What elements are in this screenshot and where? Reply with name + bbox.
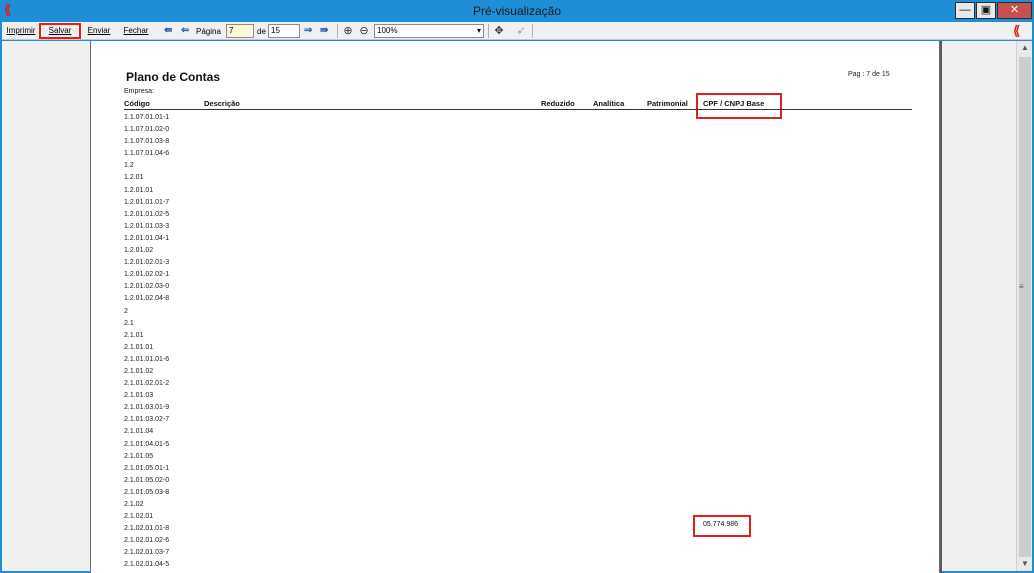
report-title: Plano de Contas bbox=[126, 70, 221, 84]
toolbar-separator bbox=[488, 24, 489, 38]
move-icon[interactable]: ✥ bbox=[492, 24, 506, 38]
page-label: Página bbox=[196, 27, 221, 36]
code-row: 1.2.01.01.04-1 bbox=[124, 234, 170, 242]
column-patrimonial: Patrimonial bbox=[647, 99, 688, 108]
title-bar[interactable]: ⟪ Pré-visualização — ▣ ✕ bbox=[0, 0, 1034, 22]
send-label: Enviar bbox=[87, 26, 111, 35]
code-row: 2.1.01.05.01-1 bbox=[124, 464, 170, 472]
code-row: 2.1.01.05.02-0 bbox=[124, 476, 170, 484]
zoom-select[interactable]: 100% ▾ bbox=[374, 24, 484, 38]
scroll-down-icon[interactable]: ▼ bbox=[1017, 557, 1033, 571]
print-label: Imprimir bbox=[6, 26, 36, 35]
code-row: 2 bbox=[124, 307, 128, 315]
code-row: 1.2.01.02.02-1 bbox=[124, 271, 170, 279]
code-row: 2.1.02 bbox=[124, 501, 144, 508]
close-label: Fechar bbox=[123, 26, 149, 35]
brand-logo-icon: ⟪ bbox=[1013, 23, 1021, 38]
code-row: 1.2.01.02.01-3 bbox=[124, 259, 170, 267]
report-page: Plano de Contas Pag : 7 de 15 Empresa: C… bbox=[90, 41, 940, 573]
code-row: 1.2.01.01.03-3 bbox=[124, 222, 170, 230]
cnpj-header-highlight bbox=[696, 93, 782, 119]
column-analitica: Analítica bbox=[593, 99, 625, 108]
code-row: 2.1.01.02 bbox=[124, 367, 154, 375]
minimize-button[interactable]: — bbox=[955, 2, 975, 19]
codes-list: 1.1.07.01.01-1 1.1.07.01.02-0 1.1.07.01.03… bbox=[124, 112, 224, 572]
save-button[interactable]: Salvar bbox=[39, 23, 81, 39]
code-row: 2.1.01.02.01-2 bbox=[124, 380, 170, 388]
header-divider bbox=[124, 109, 912, 110]
empresa-label: Empresa: bbox=[124, 88, 154, 95]
total-pages-field: 15 bbox=[268, 24, 300, 38]
next-page-icon[interactable]: ⇒ bbox=[304, 25, 312, 37]
send-button[interactable]: Enviar bbox=[86, 23, 112, 39]
vertical-scrollbar[interactable]: ▲ ≡ ▼ bbox=[1016, 41, 1032, 571]
close-window-button[interactable]: ✕ bbox=[997, 2, 1032, 19]
code-row: 1.2.01 bbox=[124, 174, 144, 182]
of-label: de bbox=[257, 27, 266, 36]
scroll-up-icon[interactable]: ▲ bbox=[1017, 41, 1033, 55]
code-row: 2.1.01.01 bbox=[124, 343, 154, 351]
zoom-out-icon[interactable]: ⊖ bbox=[357, 24, 371, 38]
page-info: Pag : 7 de 15 bbox=[848, 71, 890, 78]
code-row: 2.1.02.01.03-7 bbox=[124, 549, 170, 557]
last-page-icon[interactable]: ⇛ bbox=[320, 25, 328, 37]
preview-window: ⟪ Pré-visualização — ▣ ✕ Imprimir Salvar… bbox=[0, 0, 1034, 573]
window-title: Pré-visualização bbox=[472, 4, 562, 18]
code-row: 2.1.01.03.02-7 bbox=[124, 416, 170, 424]
zoom-in-icon[interactable]: ⊕ bbox=[341, 24, 355, 38]
code-row: 2.1.01.05.03-8 bbox=[124, 488, 170, 496]
chevron-down-icon: ▾ bbox=[476, 26, 481, 35]
column-reduzido: Reduzido bbox=[541, 99, 575, 108]
print-button[interactable]: Imprimir bbox=[4, 23, 38, 39]
code-row: 1.2 bbox=[124, 162, 134, 170]
code-row: 2.1.01.05 bbox=[124, 452, 154, 460]
first-page-icon[interactable]: ⇚ bbox=[164, 25, 172, 37]
grip-icon: ≡ bbox=[1019, 282, 1024, 291]
code-row: 1.2.01.02 bbox=[124, 247, 154, 255]
page-input[interactable]: 7 bbox=[226, 24, 254, 38]
code-row: 1.1.07.01.01-1 bbox=[124, 114, 170, 121]
code-row: 1.2.01.01 bbox=[124, 186, 154, 194]
code-row: 1.1.07.01.03-8 bbox=[124, 138, 170, 146]
code-row: 2.1.02.01.01-8 bbox=[124, 525, 170, 533]
code-row: 2.1.01.04 bbox=[124, 428, 154, 436]
code-row: 1.2.01.02.04-8 bbox=[124, 295, 170, 303]
restore-button[interactable]: ▣ bbox=[976, 2, 996, 19]
toolbar-separator bbox=[532, 24, 533, 38]
column-codigo: Código bbox=[124, 99, 150, 108]
code-row: 2.1.02.01.04-5 bbox=[124, 561, 170, 569]
zoom-value: 100% bbox=[377, 26, 398, 35]
column-descricao: Descrição bbox=[204, 99, 240, 108]
code-row: 2.1 bbox=[124, 319, 134, 327]
pointer-icon[interactable]: ➶ bbox=[514, 24, 528, 38]
code-row: 2.1.01.03.01-9 bbox=[124, 404, 170, 412]
code-row: 1.2.01.01.01-7 bbox=[124, 198, 170, 206]
code-row: 2.1.01.04.01-5 bbox=[124, 440, 170, 448]
cnpj-value-highlight bbox=[693, 515, 751, 537]
toolbar-separator bbox=[337, 24, 338, 38]
code-row: 2.1.01.01.01-6 bbox=[124, 355, 170, 363]
code-row: 1.1.07.01.04-6 bbox=[124, 150, 170, 158]
code-row: 2.1.01.03 bbox=[124, 392, 154, 400]
close-preview-button[interactable]: Fechar bbox=[121, 23, 151, 39]
code-row: 1.1.07.01.02-0 bbox=[124, 126, 170, 134]
toolbar: Imprimir Salvar Enviar Fechar ⇚ ⇐ Página… bbox=[2, 22, 1032, 40]
code-row: 2.1.02.01.02-6 bbox=[124, 537, 170, 545]
code-row: 2.1.01 bbox=[124, 331, 144, 339]
code-row: 2.1.02.01 bbox=[124, 513, 154, 521]
save-label: Salvar bbox=[48, 26, 72, 35]
scroll-thumb[interactable] bbox=[1019, 57, 1031, 557]
previous-page-icon[interactable]: ⇐ bbox=[181, 25, 189, 37]
code-row: 1.2.01.01.02-5 bbox=[124, 210, 170, 218]
code-row: 1.2.01.02.03-0 bbox=[124, 283, 170, 291]
